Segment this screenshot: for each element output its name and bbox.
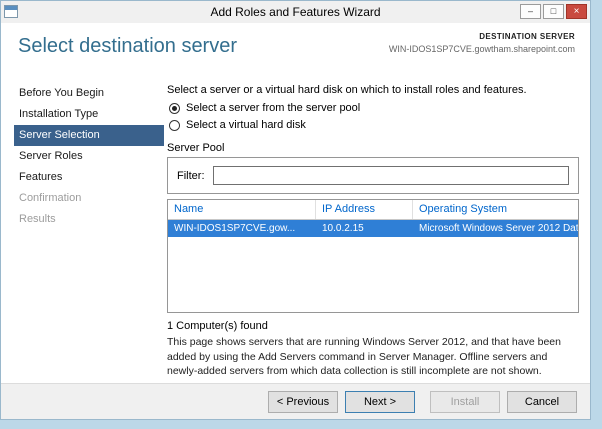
radio-unselected-icon[interactable] (169, 119, 180, 131)
sidebar-item-results: Results (19, 213, 56, 225)
window-controls: – □ × (520, 4, 587, 19)
cell-server-name: WIN-IDOS1SP7CVE.gow... (174, 223, 296, 234)
radio-selected-icon[interactable] (169, 102, 180, 114)
filter-input[interactable] (212, 166, 569, 185)
cell-ip-address: 10.0.2.15 (322, 223, 364, 234)
column-header-ip-address[interactable]: IP Address (316, 200, 413, 219)
destination-server-name: WIN-IDOS1SP7CVE.gowtham.sharepoint.com (388, 44, 575, 54)
previous-button[interactable]: < Previous (268, 390, 338, 413)
page-title: Select destination server (18, 35, 238, 57)
computers-found-text: 1 Computer(s) found (167, 320, 268, 332)
column-header-operating-system[interactable]: Operating System (413, 200, 578, 219)
cell-operating-system: Microsoft Windows Server 2012 Datacenter… (419, 223, 578, 234)
next-button[interactable]: Next > (345, 390, 415, 413)
minimize-button[interactable]: – (520, 4, 541, 19)
intro-text: Select a server or a virtual hard disk o… (167, 84, 527, 96)
destination-server-block: DESTINATION SERVER WIN-IDOS1SP7CVE.gowth… (389, 32, 575, 54)
cancel-button[interactable]: Cancel (507, 390, 577, 413)
sidebar-item-features[interactable]: Features (14, 167, 164, 188)
column-header-name[interactable]: Name (168, 200, 316, 219)
close-button[interactable]: × (566, 4, 587, 19)
sidebar-item-server-roles[interactable]: Server Roles (14, 146, 164, 167)
description-text: This page shows servers that are running… (167, 336, 561, 378)
wizard-sidebar: Before You Begin Installation Type Serve… (14, 83, 164, 230)
sidebar-item-confirmation: Confirmation (19, 192, 82, 204)
table-row[interactable]: WIN-IDOS1SP7CVE.gow... 10.0.2.15 Microso… (168, 220, 578, 237)
sidebar-item-installation-type[interactable]: Installation Type (14, 104, 164, 125)
sidebar-item-before-you-begin[interactable]: Before You Begin (14, 83, 164, 104)
window-icon (4, 5, 18, 18)
server-table: Name IP Address Operating System WIN-IDO… (167, 199, 579, 313)
server-pool-label: Server Pool (167, 142, 225, 154)
wizard-dialog: Add Roles and Features Wizard – □ × Sele… (0, 0, 591, 420)
window-title: Add Roles and Features Wizard (210, 5, 381, 19)
titlebar: Add Roles and Features Wizard – □ × (1, 1, 590, 23)
main-panel: Select a server or a virtual hard disk o… (167, 79, 579, 379)
radio-server-pool-label: Select a server from the server pool (186, 102, 361, 114)
wizard-footer: < Previous Next > Install Cancel (1, 383, 590, 419)
table-header-row: Name IP Address Operating System (168, 200, 578, 220)
install-button: Install (430, 390, 500, 413)
wizard-header: Select destination server DESTINATION SE… (1, 23, 590, 77)
radio-virtual-hard-disk-label: Select a virtual hard disk (186, 119, 306, 131)
sidebar-item-server-selection[interactable]: Server Selection (14, 125, 164, 146)
filter-panel: Filter: (167, 157, 579, 194)
radio-server-pool[interactable]: Select a server from the server pool (169, 102, 360, 114)
radio-virtual-hard-disk[interactable]: Select a virtual hard disk (169, 119, 306, 131)
filter-label: Filter: (177, 169, 205, 182)
destination-server-label: DESTINATION SERVER (479, 32, 575, 41)
maximize-button[interactable]: □ (543, 4, 564, 19)
